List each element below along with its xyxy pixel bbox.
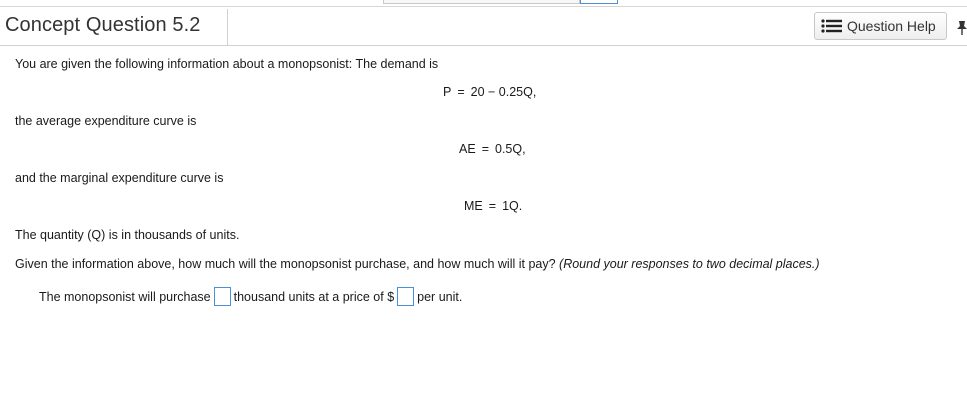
me-lhs: ME <box>464 199 483 213</box>
me-intro-text: and the marginal expenditure curve is <box>15 171 224 185</box>
title-divider <box>227 9 228 45</box>
me-op: = <box>488 199 497 213</box>
me-rhs: 1Q. <box>502 199 523 213</box>
me-equation: ME = 1Q. <box>464 199 522 213</box>
question-header: Concept Question 5.2 Question Help <box>0 7 967 46</box>
answer-prefix: The monopsonist will purchase <box>39 289 211 304</box>
page-title: Concept Question 5.2 <box>5 14 201 36</box>
price-answer-input[interactable] <box>397 287 415 306</box>
question-prompt: Given the information above, how much wi… <box>15 257 820 271</box>
quantity-answer-input[interactable] <box>213 287 231 306</box>
rounding-instruction: (Round your responses to two decimal pla… <box>559 257 820 271</box>
ae-equation: AE = 0.5Q, <box>459 142 526 156</box>
ae-intro-text: the average expenditure curve is <box>15 114 197 128</box>
ae-rhs: 0.5Q, <box>495 142 526 156</box>
question-help-label: Question Help <box>847 18 936 34</box>
demand-lhs: P <box>443 85 452 99</box>
intro-text: You are given the following information … <box>15 57 439 71</box>
toolbar-tab-active[interactable] <box>580 0 618 4</box>
answer-middle: thousand units at a price of $ <box>233 289 395 304</box>
list-icon <box>821 19 843 33</box>
ae-op: = <box>481 142 489 156</box>
answer-suffix: per unit. <box>417 289 463 304</box>
answer-sentence: The monopsonist will purchase thousand un… <box>39 287 463 307</box>
pin-icon[interactable] <box>955 20 967 36</box>
question-help-button[interactable]: Question Help <box>814 12 947 40</box>
demand-op: = <box>457 85 465 99</box>
units-note: The quantity (Q) is in thousands of unit… <box>15 228 240 242</box>
demand-equation: P = 20 − 0.25Q, <box>443 85 536 99</box>
toolbar-tab-remnant[interactable] <box>383 0 580 4</box>
ae-lhs: AE <box>459 142 476 156</box>
prompt-text: Given the information above, how much wi… <box>15 257 560 271</box>
demand-rhs: 20 − 0.25Q, <box>470 85 537 99</box>
